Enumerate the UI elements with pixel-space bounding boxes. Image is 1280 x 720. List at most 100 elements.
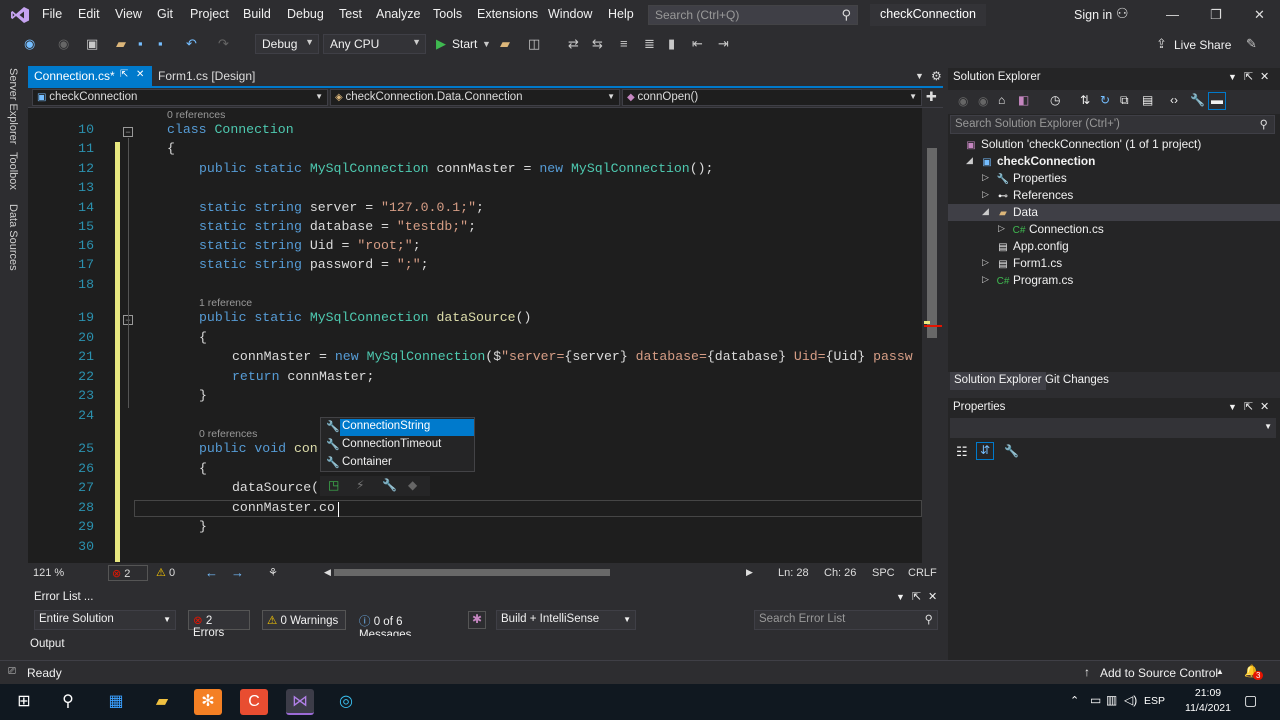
start-button[interactable]: Start <box>452 37 477 51</box>
chevron-down-icon[interactable]: ▼ <box>1228 72 1237 82</box>
back-icon[interactable]: ◉ <box>24 36 35 52</box>
browse-icon[interactable]: ▰ <box>500 36 510 52</box>
menu-git[interactable]: Git <box>157 7 173 21</box>
output-tab[interactable]: Output <box>30 638 65 650</box>
search-icon[interactable]: ⚲ <box>54 689 82 715</box>
volume-icon[interactable]: ◁) <box>1124 693 1137 707</box>
menu-project[interactable]: Project <box>190 7 229 21</box>
codeblocks-icon[interactable]: C <box>240 689 268 715</box>
input-language[interactable]: ESP <box>1144 695 1165 707</box>
categorized-icon[interactable]: ☷ <box>956 444 968 460</box>
tree-node-solution[interactable]: ▣ Solution 'checkConnection' (1 of 1 proj… <box>964 137 1201 153</box>
tree-node-program-cs[interactable]: ▷ C# Program.cs <box>982 273 1073 289</box>
switch-views-icon[interactable]: ◧ <box>1018 93 1029 107</box>
close-icon[interactable]: ✕ <box>928 590 937 603</box>
tree-node-app-config[interactable]: ▤ App.config <box>996 239 1068 255</box>
play-icon[interactable]: ▶ <box>436 36 446 52</box>
vertical-scrollbar[interactable] <box>922 108 943 563</box>
tab-solution-explorer[interactable]: Solution Explorer <box>950 372 1046 390</box>
close-icon[interactable]: ✕ <box>1260 70 1269 83</box>
tab-git-changes[interactable]: Git Changes <box>1045 374 1109 386</box>
edge-icon[interactable]: ◎ <box>332 689 360 715</box>
tree-node-form1-cs[interactable]: ▷ ▤ Form1.cs <box>982 256 1062 272</box>
battery-icon[interactable]: ▭ <box>1090 693 1101 707</box>
gear-icon[interactable]: ⚙ <box>931 69 942 83</box>
sign-in-link[interactable]: Sign in <box>1074 8 1112 22</box>
save-icon[interactable]: ▪ <box>138 36 143 51</box>
next-bookmark-icon[interactable]: ⇥ <box>718 36 729 52</box>
properties-object-select[interactable]: ▼ <box>950 418 1276 438</box>
uncomment-icon[interactable]: ≣ <box>644 36 655 52</box>
error-count-badge[interactable]: ⊗ 2 <box>108 565 148 581</box>
configuration-select[interactable]: Debug ▼ <box>255 34 319 54</box>
pin-icon[interactable]: ⇱ <box>1244 400 1253 413</box>
chevron-down-icon[interactable]: ▼ <box>896 592 905 602</box>
tree-node-properties[interactable]: ▷ 🔧 Properties <box>982 171 1067 187</box>
comment-icon[interactable]: ≡ <box>620 36 628 51</box>
pending-changes-icon[interactable]: ◷ <box>1050 93 1060 107</box>
scroll-right-icon[interactable]: ▶ <box>746 567 753 578</box>
menu-edit[interactable]: Edit <box>78 7 100 21</box>
next-issue-icon[interactable]: → <box>231 565 244 580</box>
sync-icon[interactable]: ⇅ <box>1080 93 1090 107</box>
menu-view[interactable]: View <box>115 7 142 21</box>
menu-analyze[interactable]: Analyze <box>376 7 420 21</box>
scroll-left-icon[interactable]: ◀ <box>324 567 331 578</box>
collapsed-icon[interactable]: ▷ <box>982 274 989 285</box>
tab-connection-cs[interactable]: Connection.cs* ⇱ ✕ <box>28 66 152 86</box>
filter-snippet-icon[interactable]: ◳ <box>328 478 339 492</box>
add-to-source-control[interactable]: Add to Source Control <box>1100 666 1218 680</box>
line-ending[interactable]: CRLF <box>908 567 937 579</box>
close-icon[interactable]: ✕ <box>136 69 144 80</box>
error-list-title[interactable]: Error List ... <box>34 591 93 603</box>
menu-help[interactable]: Help <box>608 7 634 21</box>
expanded-icon[interactable]: ◢ <box>982 206 989 217</box>
refresh-icon[interactable]: ↻ <box>1100 93 1110 107</box>
filter-method-icon[interactable]: ◆ <box>408 478 417 492</box>
hot-reload-icon[interactable]: ◫ <box>528 36 540 52</box>
chevron-up-icon[interactable]: ▲ <box>1216 667 1224 676</box>
code-editor[interactable]: 0 references 10 class Connection 11{ 12 pu… <box>28 108 928 563</box>
source-select[interactable]: Build + IntelliSense ▼ <box>496 610 636 630</box>
feedback-icon[interactable]: ✎ <box>1246 36 1257 52</box>
brush-icon[interactable]: ⚘ <box>268 566 278 579</box>
chevron-down-icon[interactable]: ▼ <box>1228 402 1237 412</box>
visual-studio-icon[interactable]: ⋈ <box>286 689 314 715</box>
redo-icon[interactable]: ↷ <box>218 36 229 52</box>
menu-extensions[interactable]: Extensions <box>477 7 538 21</box>
filter-event-icon[interactable]: ⚡ <box>356 478 364 492</box>
member-dropdown[interactable]: ◆ connOpen() ▼ <box>622 89 922 106</box>
forward-icon[interactable]: ◉ <box>58 36 69 52</box>
back-icon[interactable]: ◉ <box>958 94 968 108</box>
code-view-icon[interactable]: ‹› <box>1170 93 1178 107</box>
step-over-icon[interactable]: ⇆ <box>592 36 603 52</box>
filter-icon[interactable]: ✱ <box>468 611 486 629</box>
tab-form1-design[interactable]: Form1.cs [Design] <box>152 66 262 86</box>
menu-build[interactable]: Build <box>243 7 271 21</box>
tree-node-connection-cs[interactable]: ▷ C# Connection.cs <box>998 222 1104 238</box>
tree-node-references[interactable]: ▷ ⊷ References <box>982 188 1073 204</box>
collapsed-icon[interactable]: ▷ <box>982 257 989 268</box>
server-explorer-tab[interactable]: Server Explorer <box>7 68 19 144</box>
forward-icon[interactable]: ◉ <box>978 94 988 108</box>
filter-property-icon[interactable]: 🔧 <box>382 478 397 492</box>
error-list-search-input[interactable]: Search Error List ⚲ <box>754 610 938 630</box>
pin-icon[interactable]: ⇱ <box>912 590 921 603</box>
save-all-icon[interactable]: ▪ <box>158 36 163 51</box>
tree-node-data-folder[interactable]: ◢ ▰ Data <box>982 205 1038 221</box>
action-center-icon[interactable]: ▢ <box>1244 692 1257 709</box>
alphabetical-icon[interactable]: ⇵ <box>976 442 994 460</box>
file-explorer-icon[interactable]: ▰ <box>148 689 176 715</box>
live-share-icon[interactable]: ⇪ <box>1156 36 1167 52</box>
previous-issue-icon[interactable]: ← <box>205 565 218 580</box>
horizontal-scroll-thumb[interactable] <box>334 569 610 576</box>
clock-date[interactable]: 11/4/2021 <box>1180 702 1236 714</box>
class-dropdown[interactable]: ◈ checkConnection.Data.Connection ▼ <box>330 89 620 106</box>
preview-icon[interactable]: ▬ <box>1208 92 1226 110</box>
warning-count[interactable]: ⚠ 0 <box>156 566 175 579</box>
restore-icon[interactable]: ❐ <box>1210 7 1222 23</box>
person-icon[interactable]: ⚇ <box>1116 5 1129 22</box>
codelens-references[interactable]: 0 references <box>199 428 257 440</box>
pin-icon[interactable]: ⇱ <box>1244 70 1253 83</box>
codelens-references[interactable]: 0 references <box>167 109 225 121</box>
